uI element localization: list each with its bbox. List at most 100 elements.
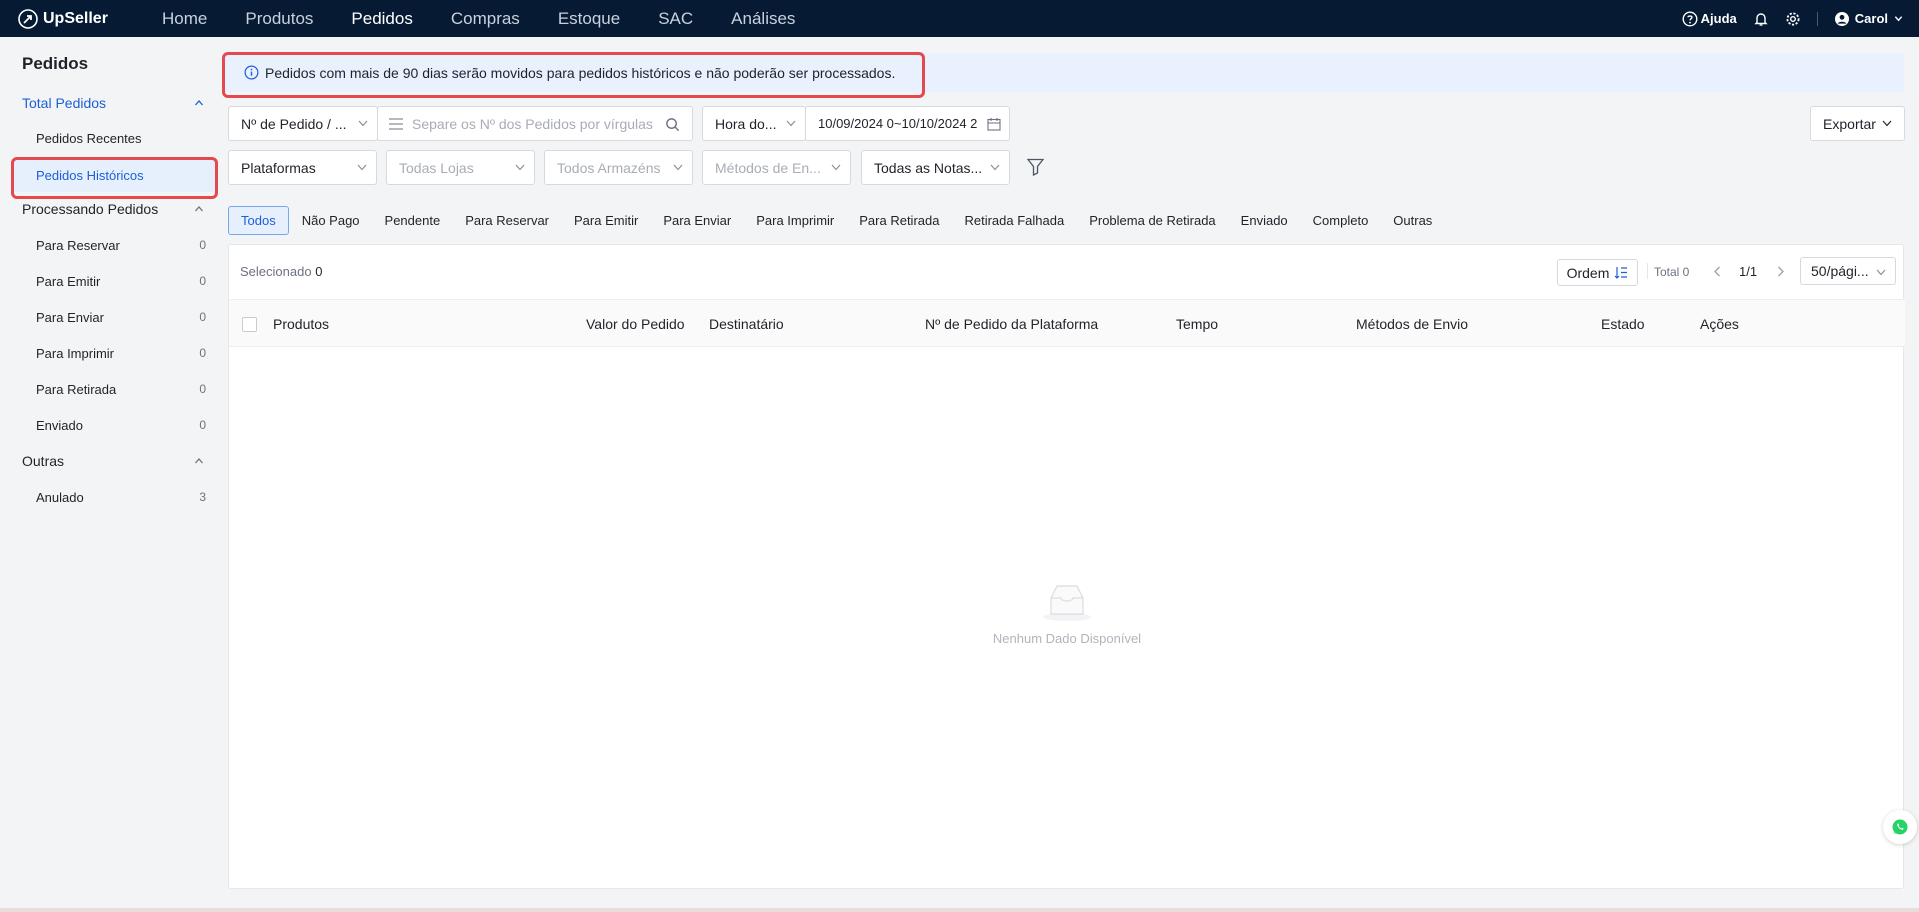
page-size-value: 50/pági... [1811, 263, 1869, 279]
topbar-divider [1816, 11, 1818, 26]
invoices-value: Todas as Notas... [874, 159, 983, 176]
page-size-select[interactable]: 50/pági... [1800, 257, 1896, 285]
top-right-actions: Ajuda Carol [1666, 0, 1903, 37]
col-produtos: Produtos [273, 316, 330, 332]
nav-produtos[interactable]: Produtos [245, 9, 313, 29]
stores-select[interactable]: Todas Lojas [386, 150, 535, 185]
bell-icon [1754, 12, 1768, 26]
info-notice: Pedidos com mais de 90 dias serão movido… [222, 53, 1904, 92]
tab-completo[interactable]: Completo [1313, 213, 1369, 228]
order-search-input[interactable]: Separe os Nº dos Pedidos por vírgulas [377, 106, 693, 141]
nav-pedidos[interactable]: Pedidos [351, 9, 412, 29]
order-search-placeholder: Separe os Nº dos Pedidos por vírgulas [412, 115, 653, 132]
whatsapp-chat-button[interactable] [1883, 810, 1917, 844]
sidebar-item-para-retirada[interactable]: Para Retirada 0 [0, 372, 222, 406]
chevron-down-icon [831, 164, 841, 171]
notification-button[interactable] [1753, 11, 1769, 27]
table-header: Produtos Valor do Pedido Destinatário Nº… [229, 299, 1905, 347]
shipping-methods-select[interactable]: Métodos de En... [702, 150, 851, 185]
prev-page-icon[interactable] [1713, 266, 1721, 277]
gear-icon [1786, 12, 1800, 25]
help-circle-icon [1682, 10, 1698, 27]
nav-estoque[interactable]: Estoque [558, 9, 620, 29]
next-page-icon[interactable] [1777, 266, 1785, 277]
sidebar-item-count: 0 [199, 346, 206, 360]
total-count: Total 0 [1654, 265, 1690, 279]
panel-toolbar: Selecionado 0 Ordem Total 0 1/1 50/pági.… [229, 245, 1905, 299]
sidebar-item-enviado[interactable]: Enviado 0 [0, 408, 222, 442]
nav-compras[interactable]: Compras [451, 9, 520, 29]
tab-outras[interactable]: Outras [1393, 213, 1432, 228]
tab-para-enviar[interactable]: Para Enviar [663, 213, 731, 228]
col-tempo: Tempo [1176, 316, 1219, 332]
tab-todos[interactable]: Todos [228, 206, 289, 235]
order-sort-button[interactable]: Ordem [1557, 259, 1638, 286]
sidebar-item-pedidos-recentes[interactable]: Pedidos Recentes [0, 121, 222, 155]
tab-para-emitir[interactable]: Para Emitir [574, 213, 638, 228]
toolbar-divider [1647, 263, 1648, 279]
col-acoes: Ações [1700, 316, 1739, 332]
invoices-select[interactable]: Todas as Notas... [861, 150, 1010, 185]
export-button[interactable]: Exportar [1810, 106, 1905, 141]
user-avatar-icon [1834, 11, 1849, 26]
order-type-select[interactable]: Nº de Pedido / ... [228, 106, 378, 141]
user-name: Carol [1854, 11, 1888, 26]
help-button[interactable]: Ajuda [1682, 10, 1737, 27]
select-all-checkbox[interactable] [242, 317, 257, 332]
platforms-value: Plataformas [241, 159, 316, 176]
main-nav: Home Produtos Pedidos Compras Estoque SA… [124, 0, 795, 37]
rocket-logo-icon [18, 8, 38, 29]
chevron-down-icon [786, 120, 796, 127]
list-icon [389, 118, 403, 130]
chevron-down-icon [673, 164, 683, 171]
sidebar-group-label: Outras [22, 453, 65, 469]
chevron-down-icon [357, 164, 367, 171]
orders-panel: Selecionado 0 Ordem Total 0 1/1 50/pági.… [228, 244, 1905, 889]
date-range-picker[interactable]: 10/09/2024 0~10/10/2024 2 [805, 106, 1010, 141]
tab-enviado[interactable]: Enviado [1241, 213, 1288, 228]
col-numero-pedido-plataforma: Nº de Pedido da Plataforma [925, 316, 1099, 332]
tab-para-retirada[interactable]: Para Retirada [859, 213, 939, 228]
sidebar-item-label: Para Retirada [36, 381, 117, 397]
sidebar-item-count: 0 [199, 418, 206, 432]
nav-sac[interactable]: SAC [658, 9, 693, 29]
sidebar-item-para-reservar[interactable]: Para Reservar 0 [0, 228, 222, 262]
sidebar-item-count: 0 [199, 238, 206, 252]
tab-problema-de-retirada[interactable]: Problema de Retirada [1089, 213, 1215, 228]
search-icon [666, 118, 680, 132]
tab-nao-pago[interactable]: Não Pago [302, 213, 360, 228]
upseller-logo[interactable]: UpSeller [18, 8, 124, 29]
chevron-up-icon [195, 206, 203, 212]
time-type-select[interactable]: Hora do... [702, 106, 806, 141]
tab-para-reservar[interactable]: Para Reservar [465, 213, 549, 228]
sidebar-item-anulado[interactable]: Anulado 3 [0, 480, 222, 514]
sidebar-group-total-pedidos[interactable]: Total Pedidos [0, 86, 222, 120]
sidebar-group-outras[interactable]: Outras [0, 444, 222, 478]
sidebar-group-label: Total Pedidos [22, 95, 107, 111]
col-destinatario: Destinatário [709, 316, 784, 332]
sidebar-item-pedidos-historicos[interactable]: Pedidos Históricos [14, 158, 216, 192]
sidebar-item-para-emitir[interactable]: Para Emitir 0 [0, 264, 222, 298]
sidebar-group-processando-pedidos[interactable]: Processando Pedidos [0, 192, 222, 226]
sidebar-item-label: Para Enviar [36, 309, 104, 325]
help-label: Ajuda [1700, 11, 1737, 26]
settings-button[interactable] [1785, 11, 1801, 27]
sort-icon [1614, 267, 1628, 279]
tab-retirada-falhada[interactable]: Retirada Falhada [964, 213, 1064, 228]
sidebar-item-para-enviar[interactable]: Para Enviar 0 [0, 300, 222, 334]
tab-para-imprimir[interactable]: Para Imprimir [756, 213, 834, 228]
chevron-down-icon [1894, 16, 1903, 22]
platforms-select[interactable]: Plataformas [228, 150, 377, 185]
nav-analises[interactable]: Análises [731, 9, 795, 29]
sidebar-item-para-imprimir[interactable]: Para Imprimir 0 [0, 336, 222, 370]
filter-funnel-icon[interactable] [1027, 158, 1044, 176]
order-sort-label: Ordem [1566, 264, 1610, 281]
sidebar-item-label: Para Emitir [36, 273, 101, 289]
nav-home[interactable]: Home [162, 9, 207, 29]
warehouses-select[interactable]: Todos Armazéns [544, 150, 693, 185]
status-tabs: Todos Não Pago Pendente Para Reservar Pa… [228, 206, 1457, 235]
chevron-down-icon [358, 120, 368, 127]
sidebar: Pedidos Total Pedidos Pedidos Recentes P… [0, 37, 222, 910]
user-menu[interactable]: Carol [1834, 11, 1903, 27]
tab-pendente[interactable]: Pendente [385, 213, 441, 228]
